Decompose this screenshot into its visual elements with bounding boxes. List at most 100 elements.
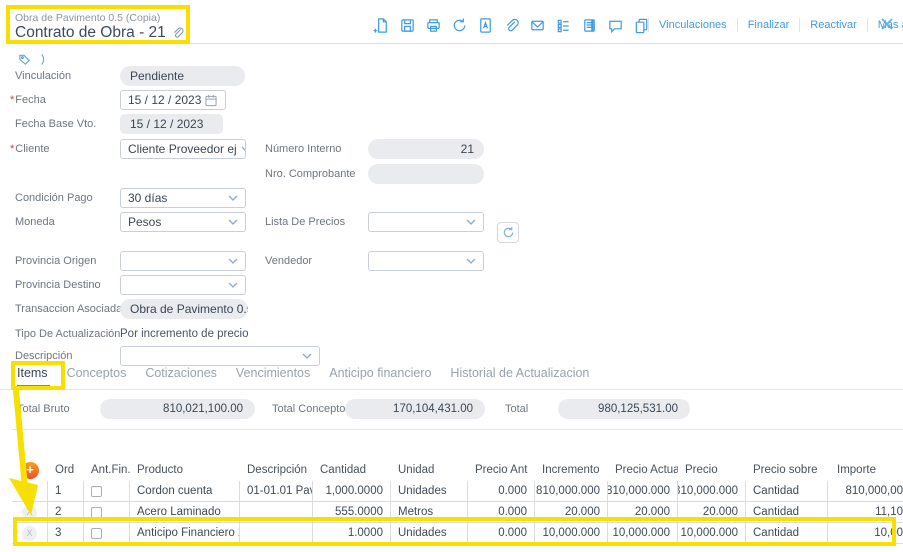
calendar-icon xyxy=(205,94,217,107)
reactivar-button[interactable]: Reactivar xyxy=(800,19,866,31)
tipo-actualizacion-value: Por incremento de precio xyxy=(120,328,248,340)
save-icon[interactable] xyxy=(398,16,416,34)
table-row: X 1 Cordon cuenta 01-01.01 Pavi… 1,000.0… xyxy=(12,481,903,502)
chevron-down-icon xyxy=(466,219,476,225)
fecha-base-field: 15 / 12 / 2023 xyxy=(120,114,223,134)
col-cantidad: Cantidad xyxy=(313,459,391,481)
nro-comprobante-label: Nro. Comprobante xyxy=(265,168,356,180)
ant-fin-checkbox[interactable] xyxy=(91,528,102,539)
tab-historial-actualizacion[interactable]: Historial de Actualizacion xyxy=(450,366,589,386)
vinculacion-field: Pendiente xyxy=(120,66,245,86)
header-divider xyxy=(8,43,903,44)
table-row-highlighted: X 3 Anticipo Financiero 21 1.0000 Unidad… xyxy=(12,523,903,544)
moneda-label: Moneda xyxy=(15,216,55,228)
col-precio-actual: Precio Actual xyxy=(608,459,678,481)
col-precio-ant: Precio Ant xyxy=(468,459,535,481)
title-attachment-icon[interactable] xyxy=(171,26,185,40)
refresh-prices-button[interactable] xyxy=(497,222,519,243)
quick-icons xyxy=(18,53,48,66)
col-precio: Precio xyxy=(678,459,746,481)
chevron-down-icon xyxy=(302,353,312,359)
table-header-row: + Ord Ant.Fin. Producto Descripción Cant… xyxy=(12,459,903,481)
vinculacion-label: Vinculación xyxy=(15,70,71,82)
numero-interno-field: 21 xyxy=(368,139,484,159)
col-importe: Importe xyxy=(828,459,903,481)
col-unidad: Unidad xyxy=(391,459,468,481)
delete-row-icon[interactable]: X xyxy=(22,526,37,541)
provincia-destino-select[interactable] xyxy=(120,275,246,295)
tag-icon[interactable] xyxy=(18,53,31,66)
action-buttons: Vinculaciones Finalizar Reactivar Más ac… xyxy=(648,14,903,36)
fecha-base-label: Fecha Base Vto. xyxy=(15,118,96,130)
delete-row-icon[interactable]: X xyxy=(22,484,37,499)
col-ord: Ord xyxy=(48,459,84,481)
close-icon[interactable] xyxy=(878,15,896,33)
condicion-pago-label: Condición Pago xyxy=(15,192,93,204)
descripcion-label: Descripción xyxy=(15,350,72,362)
tab-conceptos[interactable]: Conceptos xyxy=(67,366,127,386)
new-document-icon[interactable] xyxy=(372,16,390,34)
cliente-select[interactable]: Cliente Proveedor ej xyxy=(120,139,246,159)
comment-icon[interactable] xyxy=(606,16,624,34)
chevron-down-icon xyxy=(228,258,238,264)
delete-row-icon[interactable]: X xyxy=(22,505,37,520)
ant-fin-checkbox[interactable] xyxy=(91,507,102,518)
col-descripcion: Descripción xyxy=(240,459,313,481)
tab-cotizaciones[interactable]: Cotizaciones xyxy=(145,366,217,386)
nro-comprobante-field xyxy=(368,164,484,184)
tabs-divider xyxy=(0,389,903,390)
transaccion-asociada-field: Obra de Pavimento 0.5 (C xyxy=(120,299,248,319)
lista-precios-select[interactable] xyxy=(368,212,484,232)
chevron-down-icon xyxy=(466,258,476,264)
col-ant-fin: Ant.Fin. xyxy=(84,459,130,481)
tab-items[interactable]: Items xyxy=(17,366,48,386)
descripcion-select[interactable] xyxy=(120,346,320,366)
report-icon[interactable] xyxy=(580,16,598,34)
finalizar-button[interactable]: Finalizar xyxy=(738,19,800,31)
tab-bar: Items Conceptos Cotizaciones Vencimiento… xyxy=(17,366,589,386)
checklist-icon[interactable] xyxy=(554,16,572,34)
chevron-down-icon xyxy=(228,195,238,201)
export-pdf-icon[interactable] xyxy=(476,16,494,34)
tab-anticipo-financiero[interactable]: Anticipo financiero xyxy=(329,366,431,386)
tab-vencimientos[interactable]: Vencimientos xyxy=(236,366,310,386)
cliente-label: *Cliente xyxy=(10,143,50,155)
add-row-button[interactable]: + xyxy=(22,462,39,479)
fecha-input[interactable]: 15 / 12 / 2023 xyxy=(120,90,226,110)
col-precio-sobre: Precio sobre xyxy=(746,459,828,481)
col-producto: Producto xyxy=(130,459,240,481)
transaccion-asociada-label: Transaccion Asociada xyxy=(15,303,122,315)
total-bruto-label: Total Bruto xyxy=(17,403,70,415)
total-bruto-value: 810,021,100.00 xyxy=(100,399,255,419)
total-conceptos-label: Total Conceptos xyxy=(272,403,351,415)
vinculaciones-button[interactable]: Vinculaciones xyxy=(649,19,737,31)
vendedor-select[interactable] xyxy=(368,251,484,271)
vendedor-label: Vendedor xyxy=(265,255,312,267)
refresh-icon xyxy=(502,226,515,239)
contract-window: Obra de Pavimento 0.5 (Copia) Contrato d… xyxy=(0,0,903,552)
moneda-select[interactable]: Pesos xyxy=(120,212,246,232)
col-incremento: Incremento xyxy=(535,459,608,481)
transaction-subtitle: Obra de Pavimento 0.5 (Copia) xyxy=(15,12,160,24)
numero-interno-label: Número Interno xyxy=(265,143,341,155)
email-icon[interactable] xyxy=(528,16,546,34)
chevron-down-icon xyxy=(228,219,238,225)
provincia-origen-label: Provincia Origen xyxy=(15,255,96,267)
provincia-origen-select[interactable] xyxy=(120,251,246,271)
attachment-icon[interactable] xyxy=(502,16,520,34)
table-row: X 2 Acero Laminado 555.0000 Metros 0.000… xyxy=(12,502,903,523)
chevron-down-icon xyxy=(241,146,246,152)
history-icon[interactable] xyxy=(450,16,468,34)
toolbar xyxy=(372,14,650,36)
total-value: 980,125,531.00 xyxy=(558,399,690,419)
expand-arrow-icon[interactable] xyxy=(40,53,48,66)
provincia-destino-label: Provincia Destino xyxy=(15,279,101,291)
lista-precios-label: Lista De Precios xyxy=(265,216,345,228)
page-title: Contrato de Obra - 21 xyxy=(15,24,166,42)
tipo-actualizacion-label: Tipo De Actualización xyxy=(15,328,120,340)
condicion-pago-select[interactable]: 30 días xyxy=(120,188,246,208)
items-table: + Ord Ant.Fin. Producto Descripción Cant… xyxy=(12,459,903,544)
print-icon[interactable] xyxy=(424,16,442,34)
total-label: Total xyxy=(505,403,528,415)
ant-fin-checkbox[interactable] xyxy=(91,486,102,497)
